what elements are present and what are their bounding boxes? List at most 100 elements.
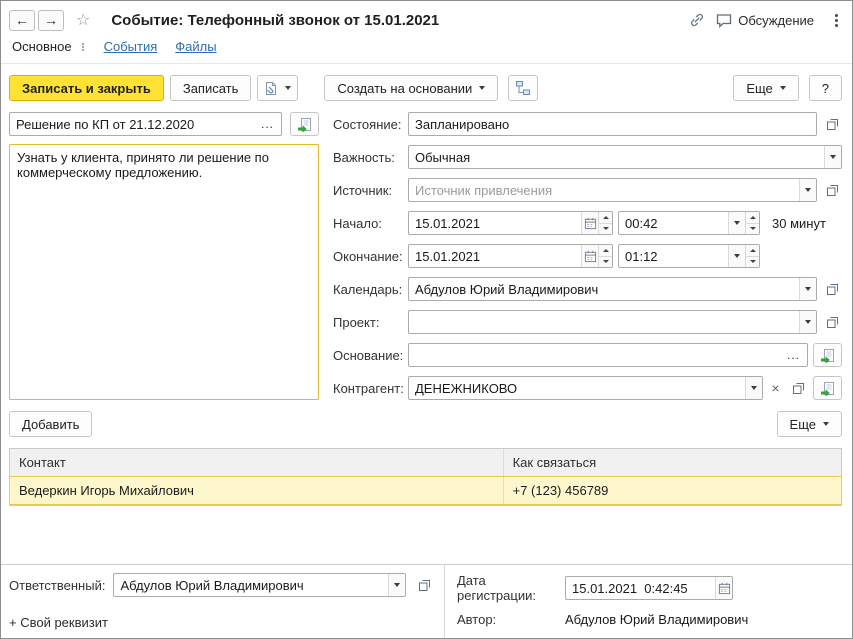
state-input[interactable]	[409, 117, 816, 132]
description-textarea[interactable]: Узнать у клиента, принято ли решение по …	[9, 144, 319, 400]
chevron-down-icon	[285, 86, 291, 90]
start-label: Начало:	[333, 216, 403, 231]
open-subject-button[interactable]	[290, 112, 319, 136]
end-time-spinner[interactable]	[745, 245, 759, 267]
project-combo	[408, 310, 817, 334]
chevron-down-icon	[734, 254, 740, 258]
counterparty-open-icon[interactable]	[788, 377, 808, 399]
tab-events[interactable]: События	[104, 39, 158, 54]
favorite-star-icon[interactable]: ☆	[76, 10, 90, 30]
registration-date-input[interactable]	[566, 581, 715, 596]
help-button[interactable]: ?	[809, 75, 842, 101]
project-input[interactable]	[409, 315, 799, 330]
column-header-how[interactable]: Как связаться	[504, 449, 841, 476]
cell-how[interactable]: +7 (123) 456789	[504, 477, 841, 504]
end-date-spinner[interactable]	[598, 245, 612, 267]
chevron-down-icon	[479, 86, 485, 90]
attached-file-icon	[264, 81, 278, 96]
contacts-more-label: Еще	[790, 417, 816, 432]
registration-calendar-icon[interactable]	[715, 577, 732, 599]
window-menu-icon[interactable]	[831, 12, 842, 29]
add-custom-attribute-link[interactable]: + Свой реквизит	[9, 615, 434, 632]
open-basis-button[interactable]	[813, 343, 842, 367]
source-combo	[408, 178, 817, 202]
create-on-basis-label: Создать на основании	[337, 81, 472, 96]
column-header-contact[interactable]: Контакт	[10, 449, 504, 476]
save-button[interactable]: Записать	[170, 75, 252, 101]
discussion-bubble-icon	[716, 13, 732, 28]
counterparty-label: Контрагент:	[333, 381, 403, 396]
cell-contact[interactable]: Ведеркин Игорь Михайлович	[10, 477, 504, 504]
source-label: Источник:	[333, 183, 403, 198]
link-icon[interactable]	[687, 9, 707, 31]
forward-button[interactable]: →	[38, 10, 64, 31]
nav-panel: Основное События Файлы	[1, 36, 852, 64]
calendar-dropdown-button[interactable]	[799, 278, 816, 300]
back-button[interactable]: ←	[9, 10, 35, 31]
start-time-spinner[interactable]	[745, 212, 759, 234]
project-dropdown-button[interactable]	[799, 311, 816, 333]
start-date-calendar-icon[interactable]	[581, 212, 598, 234]
state-open-icon[interactable]	[822, 113, 842, 135]
more-button[interactable]: Еще	[733, 75, 798, 101]
importance-input[interactable]	[409, 150, 824, 165]
chevron-down-icon	[734, 221, 740, 225]
start-time-field	[618, 211, 760, 235]
subject-input[interactable]	[10, 117, 254, 132]
project-open-icon[interactable]	[822, 311, 842, 333]
subject-choose-button[interactable]: ...	[254, 117, 281, 131]
chevron-down-icon	[830, 155, 836, 159]
discussion-button[interactable]: Обсуждение	[716, 13, 814, 28]
start-date-input[interactable]	[409, 216, 581, 231]
basis-choose-button[interactable]: ...	[780, 348, 807, 362]
importance-dropdown-button[interactable]	[824, 146, 841, 168]
contacts-command-bar: Добавить Еще	[1, 400, 852, 437]
add-contact-button[interactable]: Добавить	[9, 411, 92, 437]
open-form-green-arrow-icon	[820, 381, 835, 396]
end-date-calendar-icon[interactable]	[581, 245, 598, 267]
contacts-table-header: Контакт Как связаться	[10, 449, 841, 476]
calendar-combo	[408, 277, 817, 301]
create-on-basis-button[interactable]: Создать на основании	[324, 75, 498, 101]
source-open-icon[interactable]	[822, 179, 842, 201]
responsible-input[interactable]	[114, 578, 388, 593]
end-time-input[interactable]	[619, 249, 728, 264]
nav-more-icon[interactable]	[80, 42, 86, 52]
chevron-down-icon	[805, 188, 811, 192]
state-label: Состояние:	[333, 117, 403, 132]
basis-field: ...	[408, 343, 808, 367]
counterparty-clear-icon[interactable]: ×	[768, 380, 783, 396]
footer-panel: Ответственный: + Свой реквизит Дата реги…	[1, 564, 852, 638]
source-input[interactable]	[409, 183, 799, 198]
save-close-button[interactable]: Записать и закрыть	[9, 75, 164, 101]
hierarchy-button[interactable]	[508, 75, 538, 101]
open-counterparty-button[interactable]	[813, 376, 842, 400]
basis-input[interactable]	[409, 348, 780, 363]
attached-files-button[interactable]	[257, 75, 298, 101]
start-date-spinner[interactable]	[598, 212, 612, 234]
end-date-input[interactable]	[409, 249, 581, 264]
responsible-open-icon[interactable]	[414, 574, 434, 596]
contacts-more-button[interactable]: Еще	[777, 411, 842, 437]
tab-files[interactable]: Файлы	[175, 39, 216, 54]
counterparty-dropdown-button[interactable]	[745, 377, 762, 399]
table-row[interactable]: Ведеркин Игорь Михайлович +7 (123) 45678…	[10, 476, 841, 505]
end-time-dropdown-button[interactable]	[728, 245, 745, 267]
tab-main[interactable]: Основное	[12, 39, 72, 54]
calendar-open-icon[interactable]	[822, 278, 842, 300]
source-dropdown-button[interactable]	[799, 179, 816, 201]
calendar-input[interactable]	[409, 282, 799, 297]
start-time-input[interactable]	[619, 216, 728, 231]
chevron-down-icon	[751, 386, 757, 390]
discussion-label: Обсуждение	[738, 13, 814, 28]
back-arrow-icon: ←	[15, 13, 29, 27]
start-time-dropdown-button[interactable]	[728, 212, 745, 234]
end-date-field	[408, 244, 613, 268]
forward-arrow-icon: →	[44, 13, 58, 27]
registration-date-field	[565, 576, 733, 600]
end-label: Окончание:	[333, 249, 403, 264]
counterparty-input[interactable]	[409, 381, 745, 396]
importance-label: Важность:	[333, 150, 403, 165]
responsible-dropdown-button[interactable]	[388, 574, 405, 596]
responsible-label: Ответственный:	[9, 578, 105, 593]
